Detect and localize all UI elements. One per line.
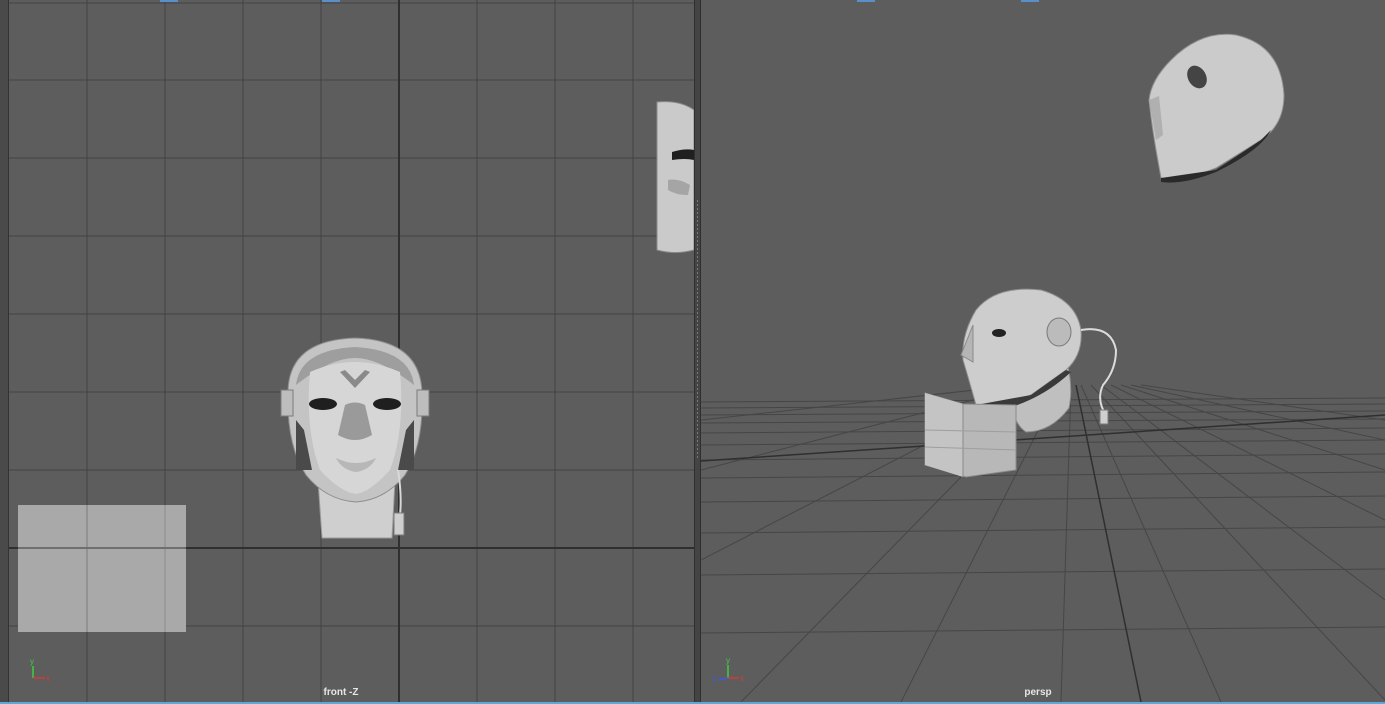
- persp-grid: [701, 384, 1385, 702]
- box-mesh[interactable]: [18, 505, 186, 632]
- persp-top-marker: [857, 0, 875, 2]
- grid-box-mesh[interactable]: [924, 392, 1017, 478]
- persp-gizmo-y-label: y: [726, 656, 730, 665]
- front-gizmo-y-label: y: [30, 657, 34, 666]
- viewport-splitter[interactable]: [694, 0, 701, 702]
- persp-camera-label: persp: [1024, 687, 1052, 698]
- front-viewport-canvas[interactable]: y x: [0, 0, 694, 702]
- front-camera-label: front -Z: [323, 687, 359, 698]
- front-gizmo-x-label: x: [46, 674, 50, 683]
- persp-gizmo-z-label: z: [712, 674, 716, 683]
- head-mesh-side[interactable]: [656, 101, 694, 253]
- front-axis-gizmo: y x: [30, 657, 50, 683]
- persp-axis-gizmo: y x z: [712, 656, 744, 683]
- front-viewport[interactable]: y x front -Z: [0, 0, 694, 702]
- persp-viewport[interactable]: y x z persp: [701, 0, 1385, 702]
- front-viewport-left-edge: [0, 0, 9, 702]
- persp-viewport-canvas[interactable]: y x z: [701, 0, 1385, 702]
- persp-gizmo-x-label: x: [740, 674, 744, 683]
- persp-top-marker: [1021, 0, 1039, 2]
- floating-head-mesh[interactable]: [1148, 33, 1285, 183]
- front-top-marker: [322, 0, 340, 2]
- front-top-marker: [160, 0, 178, 2]
- head-mesh-front[interactable]: [280, 337, 430, 539]
